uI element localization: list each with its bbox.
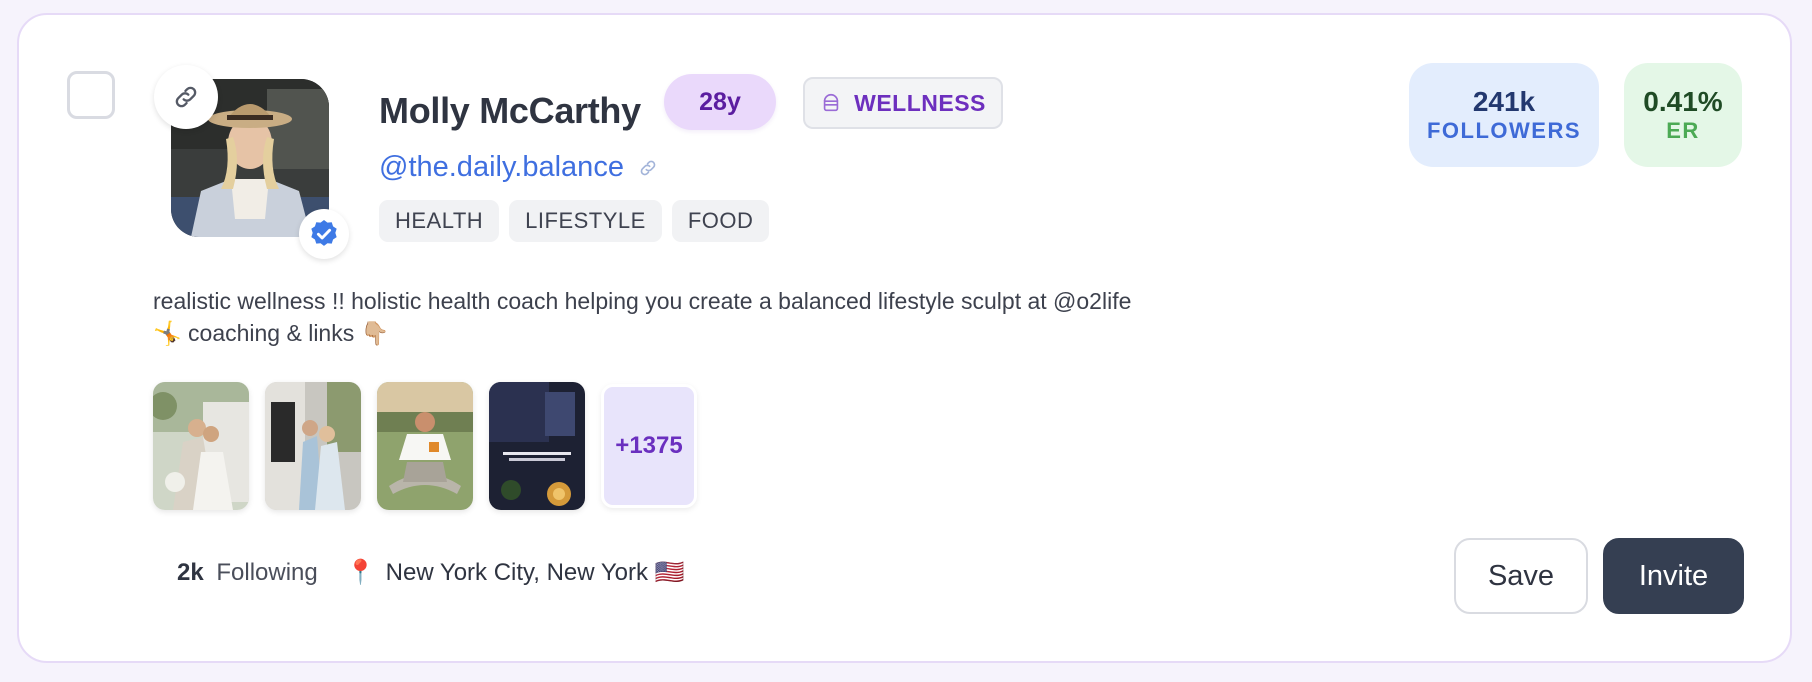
following-count: 2k	[177, 558, 204, 586]
er-label: ER	[1666, 117, 1700, 143]
creator-card: Molly McCarthy 28y WELLNESS @the.daily.b…	[17, 13, 1792, 663]
tag-health: HEALTH	[379, 200, 500, 242]
media-strip: +1375	[153, 382, 697, 510]
handle-link[interactable]: @the.daily.balance	[379, 151, 658, 184]
bio-text: realistic wellness !! holistic health co…	[153, 288, 1132, 346]
following-label: Following	[216, 558, 318, 586]
media-thumbnail-wedding[interactable]	[153, 382, 249, 510]
followers-value: 241k	[1472, 85, 1536, 117]
followers-stat: 241k FOLLOWERS	[1409, 63, 1599, 167]
save-button[interactable]: Save	[1454, 538, 1588, 614]
location-info: 📍 New York City, New York 🇺🇸	[346, 558, 685, 587]
avatar-container	[154, 65, 349, 259]
creator-name: Molly McCarthy	[379, 90, 641, 131]
verified-check-icon	[311, 220, 337, 246]
invite-button[interactable]: Invite	[1603, 538, 1744, 614]
engagement-rate-stat: 0.41% ER	[1624, 63, 1742, 167]
er-value: 0.41%	[1643, 85, 1723, 117]
niche-label: WELLNESS	[854, 89, 986, 116]
profile-meta: 2k Following 📍 New York City, New York 🇺…	[177, 558, 685, 587]
tag-lifestyle: LIFESTYLE	[509, 200, 662, 242]
category-tags: HEALTH LIFESTYLE FOOD	[379, 200, 770, 242]
media-thumbnail-meditation[interactable]	[377, 382, 473, 510]
media-thumbnail-evening[interactable]	[489, 382, 585, 510]
age-badge: 28y	[664, 74, 776, 130]
media-thumbnail-couple[interactable]	[265, 382, 361, 510]
location-pin-icon: 📍	[345, 559, 376, 586]
couple-photo	[265, 382, 361, 510]
location-text: New York City, New York 🇺🇸	[385, 559, 685, 586]
niche-badge: WELLNESS	[803, 77, 1003, 129]
wedding-photo	[153, 382, 249, 510]
verified-badge	[299, 209, 349, 259]
link-icon	[175, 86, 197, 108]
meditation-photo	[377, 382, 473, 510]
evening-drink-photo	[489, 382, 585, 510]
followers-label: FOLLOWERS	[1426, 117, 1582, 143]
wellness-icon	[823, 93, 839, 112]
tag-food: FOOD	[671, 200, 770, 242]
handle-text[interactable]: @the.daily.balance	[379, 151, 624, 184]
profile-link-button[interactable]	[154, 65, 218, 129]
select-checkbox[interactable]	[67, 71, 115, 119]
external-link-icon[interactable]	[638, 158, 658, 178]
more-media-button[interactable]: +1375	[601, 384, 697, 508]
following-info: 2k Following	[177, 559, 318, 587]
